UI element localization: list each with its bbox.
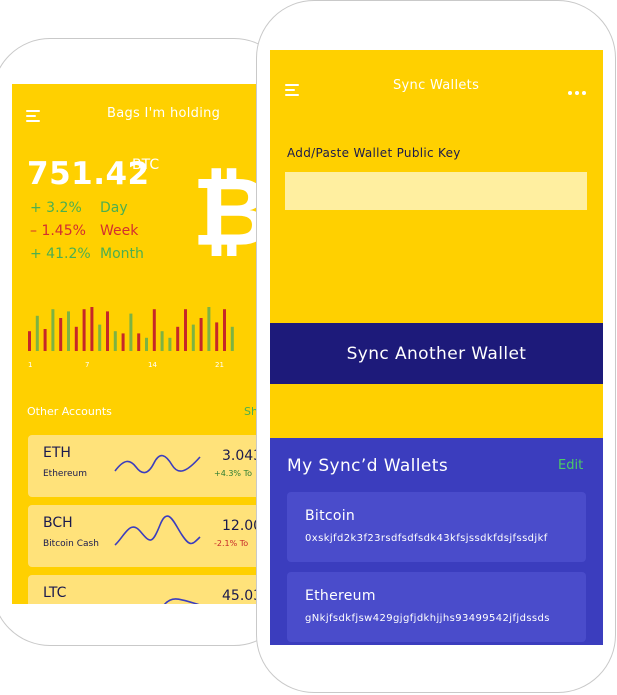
chart-bar xyxy=(199,318,203,351)
chart-bar xyxy=(223,309,226,351)
change-period: Day xyxy=(100,200,128,216)
wallet-name: Ethereum xyxy=(305,588,376,604)
wallet-key: 0xskjfd2k3f23rsdfsdfsdk43kfsjssdkfdsjfss… xyxy=(305,533,548,544)
edit-button[interactable]: Edit xyxy=(558,458,583,473)
change-period: Week xyxy=(100,223,139,239)
change-month: + 41.2% Month xyxy=(30,246,144,262)
account-change: -2.1% To xyxy=(214,539,249,548)
wallet-card-bitcoin[interactable]: Bitcoin 0xskjfd2k3f23rsdfsdfsdk43kfsjssd… xyxy=(287,492,586,562)
x-tick-label: 14 xyxy=(148,361,157,369)
bitcoin-logo-icon: ₿ xyxy=(192,156,260,268)
chart-bar xyxy=(129,313,133,351)
account-card-eth[interactable]: ETH Ethereum 3.043 +4.3% To xyxy=(28,435,260,497)
wallet-name: Bitcoin xyxy=(305,508,356,524)
menu-icon[interactable] xyxy=(285,84,299,99)
chart-bar xyxy=(184,309,187,351)
account-symbol: LTC xyxy=(43,585,67,601)
chart-bar xyxy=(230,326,234,351)
public-key-input[interactable] xyxy=(285,172,587,210)
account-card-bch[interactable]: BCH Bitcoin Cash 12.00 -2.1% To xyxy=(28,505,260,567)
wallet-key: gNkjfsdkfjsw429gjgfjdkhjjhs93499542jfjds… xyxy=(305,613,550,624)
page-title: Sync Wallets xyxy=(393,78,480,93)
wallet-card-ethereum[interactable]: Ethereum gNkjfsdkfjsw429gjgfjdkhjjhs9349… xyxy=(287,572,586,642)
account-amount: 45.03 xyxy=(222,588,260,604)
chart-bar xyxy=(113,331,117,351)
chart-bar xyxy=(168,337,172,351)
account-symbol: ETH xyxy=(43,445,71,461)
chart-bar xyxy=(43,329,47,351)
account-name: Bitcoin Cash xyxy=(43,539,99,549)
chart-bar xyxy=(215,322,219,351)
chart-bar xyxy=(121,333,125,351)
sparkline-icon xyxy=(114,454,201,474)
sync-another-wallet-button[interactable]: Sync Another Wallet xyxy=(270,323,603,384)
page-title: Bags I'm holding xyxy=(107,106,221,121)
change-value: – 1.45% xyxy=(30,223,86,239)
sparkline-icon xyxy=(114,515,201,546)
x-tick-label: 21 xyxy=(215,361,224,369)
account-symbol: BCH xyxy=(43,515,73,531)
chart-bar xyxy=(74,326,78,351)
chart-bar xyxy=(106,311,109,351)
chart-bar xyxy=(145,337,148,351)
chart-bar xyxy=(51,309,55,351)
account-name: Ethereum xyxy=(43,469,87,479)
account-card-ltc[interactable]: LTC 45.03 xyxy=(28,575,260,604)
other-accounts-label: Other Accounts xyxy=(27,405,112,418)
chart-bar xyxy=(160,331,164,351)
more-options-icon[interactable] xyxy=(568,80,589,99)
x-tick-label: 1 xyxy=(28,361,33,369)
chart-bar xyxy=(137,333,141,351)
account-amount: 12.00 xyxy=(222,518,260,534)
x-tick-label: 7 xyxy=(85,361,90,369)
public-key-label: Add/Paste Wallet Public Key xyxy=(287,146,461,160)
sync-wallets-screen: Sync Wallets Add/Paste Wallet Public Key… xyxy=(270,50,603,645)
chart-bar xyxy=(82,309,86,351)
change-period: Month xyxy=(100,246,144,262)
change-day: + 3.2% Day xyxy=(30,200,128,216)
account-change: +4.3% To xyxy=(214,469,252,478)
change-value: + 41.2% xyxy=(30,246,91,262)
chart-bar xyxy=(28,331,31,351)
change-week: – 1.45% Week xyxy=(30,223,138,239)
menu-icon[interactable] xyxy=(26,110,40,125)
chart-bar xyxy=(152,309,156,351)
chart-bar xyxy=(35,315,39,351)
balance-unit: BTC xyxy=(132,157,160,173)
chart-bar xyxy=(59,318,63,351)
chart-bar xyxy=(67,311,70,351)
daily-bar-chart xyxy=(28,307,234,351)
account-amount: 3.043 xyxy=(222,448,260,464)
chart-bar xyxy=(207,307,211,351)
synced-wallets-panel: My Sync’d Wallets Edit Bitcoin 0xskjfd2k… xyxy=(270,438,603,645)
sparkline-icon xyxy=(127,598,200,604)
chart-bar xyxy=(191,324,195,351)
synced-wallets-title: My Sync’d Wallets xyxy=(287,456,449,476)
change-value: + 3.2% xyxy=(30,200,82,216)
chart-bar xyxy=(98,324,102,351)
portfolio-screen: Bags I'm holding 751.42 BTC ₿ + 3.2% Day… xyxy=(12,84,260,604)
chart-bar xyxy=(176,326,180,351)
chart-bar xyxy=(90,307,94,351)
